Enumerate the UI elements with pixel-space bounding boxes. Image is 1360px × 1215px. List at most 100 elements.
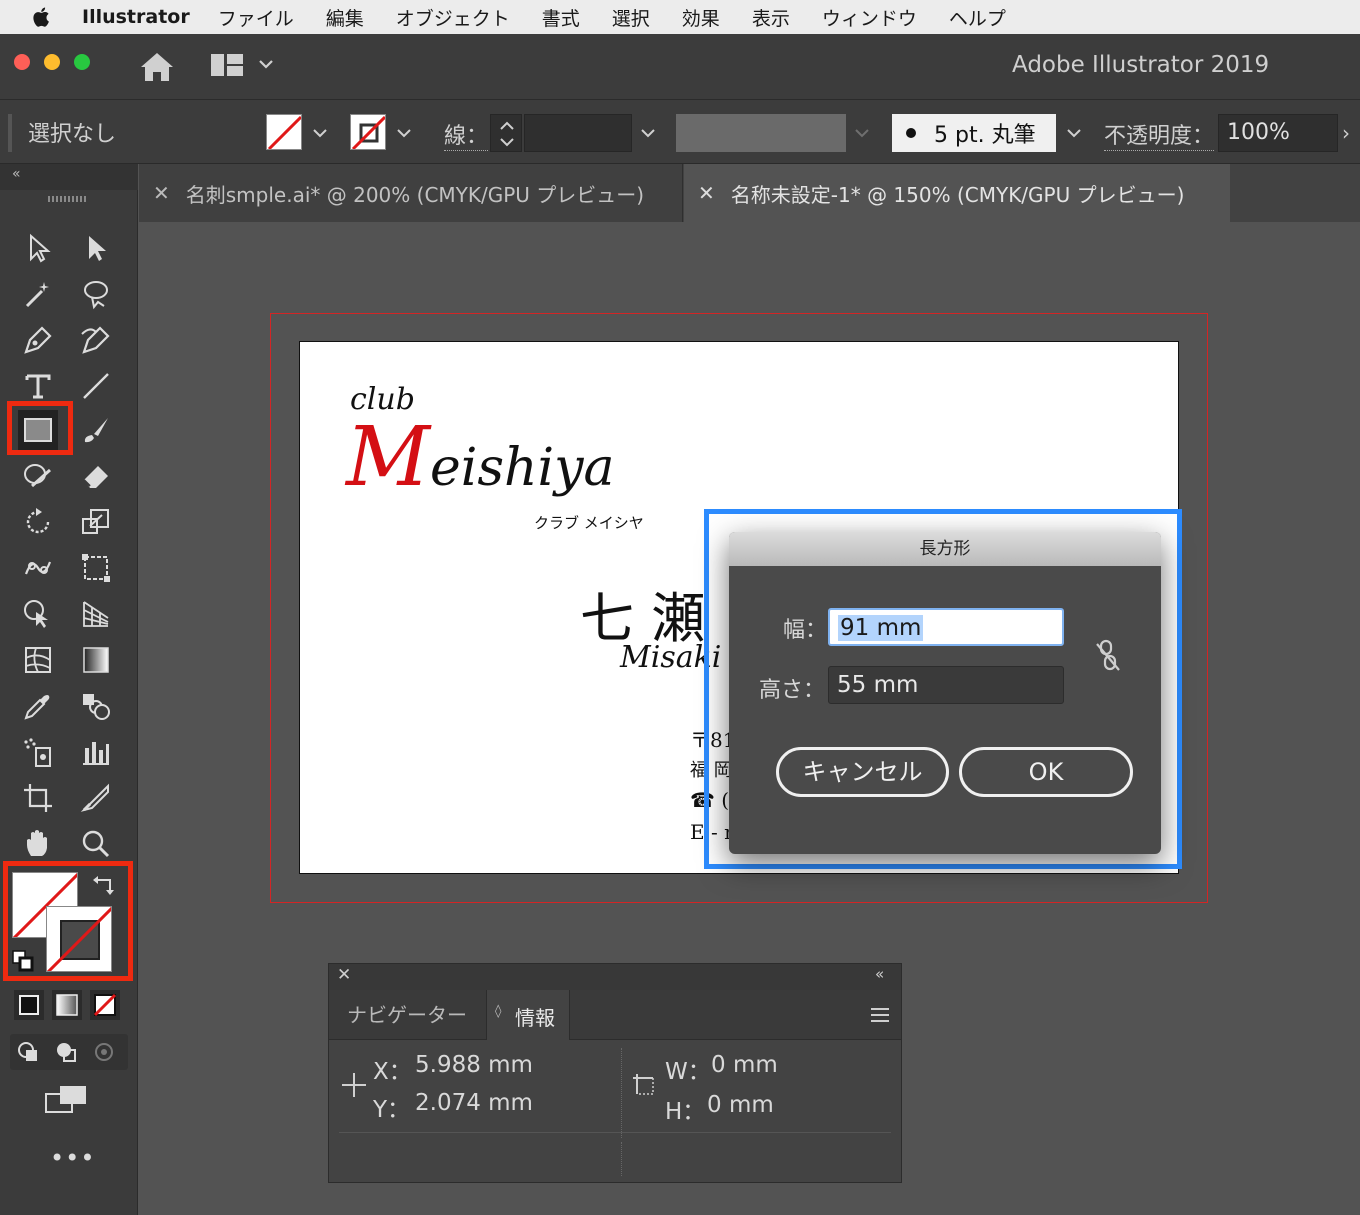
free-transform-tool[interactable] xyxy=(76,548,116,588)
home-icon[interactable] xyxy=(138,50,176,84)
menu-object[interactable]: オブジェクト xyxy=(396,4,510,31)
tab-info-label: 情報 xyxy=(515,1006,555,1030)
workspace-layout-icon[interactable] xyxy=(210,52,244,78)
artboard-tool[interactable] xyxy=(18,778,58,818)
rectangle-tool[interactable] xyxy=(18,410,58,450)
paintbrush-tool[interactable] xyxy=(76,410,116,450)
chevron-down-icon xyxy=(313,129,327,138)
ok-button[interactable]: OK xyxy=(959,747,1133,797)
menu-file[interactable]: ファイル xyxy=(218,4,294,31)
stroke-dropdown[interactable] xyxy=(390,120,418,146)
perspective-grid-tool[interactable] xyxy=(76,594,116,634)
selection-status: 選択なし xyxy=(28,122,117,147)
stroke-color-swatch[interactable] xyxy=(46,906,112,972)
default-fill-stroke-icon[interactable] xyxy=(12,950,34,972)
eyedropper-tool[interactable] xyxy=(18,686,58,726)
draw-normal-icon[interactable] xyxy=(16,1040,42,1064)
collapse-panel-icon[interactable]: « xyxy=(875,965,884,983)
stroke-weight-dropdown[interactable] xyxy=(634,120,662,146)
stroke-swatch[interactable] xyxy=(350,114,386,150)
grip-handle[interactable] xyxy=(8,114,12,152)
chevron-down-icon[interactable] xyxy=(258,58,274,70)
close-window-button[interactable] xyxy=(14,54,30,70)
chevron-right-icon[interactable]: › xyxy=(1342,114,1360,152)
draw-inside-icon[interactable] xyxy=(92,1040,118,1064)
lasso-tool[interactable] xyxy=(76,274,116,314)
screen-mode-icon[interactable] xyxy=(44,1082,90,1116)
apple-icon[interactable] xyxy=(30,5,54,29)
collapse-panel-icon[interactable]: « xyxy=(12,166,21,182)
pen-tool[interactable] xyxy=(18,320,58,360)
tab-meishi-sample[interactable]: ✕ 名刺smple.ai* @ 200% (CMYK/GPU プレビュー) xyxy=(139,164,683,222)
constrain-proportions-icon[interactable] xyxy=(1093,638,1123,674)
tab-info[interactable]: ◊ 情報 xyxy=(486,990,570,1040)
opacity-label[interactable]: 不透明度： xyxy=(1104,118,1215,151)
blend-tool[interactable] xyxy=(76,686,116,726)
menu-type[interactable]: 書式 xyxy=(542,4,580,31)
shape-builder-tool[interactable] xyxy=(18,594,58,634)
line-segment-tool[interactable] xyxy=(76,366,116,406)
symbol-sprayer-icon xyxy=(24,738,51,767)
brush-definition[interactable]: 5 pt. 丸筆 xyxy=(892,114,1056,152)
fill-swatch[interactable] xyxy=(266,114,302,150)
mesh-tool[interactable] xyxy=(18,640,58,680)
chevron-down-icon xyxy=(1067,129,1081,138)
menu-effect[interactable]: 効果 xyxy=(682,4,720,31)
zoom-window-button[interactable] xyxy=(74,54,90,70)
close-panel-icon[interactable]: ✕ xyxy=(337,965,351,985)
stroke-label[interactable]: 線： xyxy=(444,118,489,151)
rotate-tool[interactable] xyxy=(18,502,58,542)
direct-selection-tool[interactable] xyxy=(76,228,116,268)
stroke-weight-stepper[interactable] xyxy=(490,114,522,152)
menu-view[interactable]: 表示 xyxy=(752,4,790,31)
gradient-mode-button[interactable] xyxy=(52,990,82,1020)
dialog-title[interactable]: 長方形 xyxy=(729,532,1161,566)
x-value: 5.988 mm xyxy=(415,1052,533,1078)
hand-tool[interactable] xyxy=(18,824,58,864)
brush-dropdown[interactable] xyxy=(1060,120,1088,146)
variable-width-profile[interactable] xyxy=(676,114,846,152)
tab-label: 名称未設定-1* @ 150% (CMYK/GPU プレビュー) xyxy=(730,182,1185,207)
edit-toolbar-icon[interactable]: ••• xyxy=(50,1144,95,1172)
stroke-none-icon xyxy=(351,115,385,149)
close-tab-icon[interactable]: ✕ xyxy=(698,181,715,205)
panel-menu-icon[interactable] xyxy=(869,1006,891,1024)
profile-dropdown[interactable] xyxy=(848,120,876,146)
width-input[interactable]: 91 mm xyxy=(828,608,1064,646)
minimize-window-button[interactable] xyxy=(44,54,60,70)
shaper-tool[interactable] xyxy=(18,456,58,496)
slice-tool[interactable] xyxy=(76,778,116,818)
tab-navigator[interactable]: ナビゲーター xyxy=(329,990,485,1040)
eraser-tool[interactable] xyxy=(76,456,116,496)
width-input-value: 91 mm xyxy=(838,615,924,641)
symbol-sprayer-tool[interactable] xyxy=(18,732,58,772)
menu-edit[interactable]: 編集 xyxy=(326,4,364,31)
puppet-warp-tool[interactable] xyxy=(18,548,58,588)
none-mode-button[interactable] xyxy=(90,990,120,1020)
type-tool[interactable] xyxy=(18,366,58,406)
curvature-tool[interactable] xyxy=(76,320,116,360)
stroke-weight-input[interactable] xyxy=(524,114,632,152)
menu-app-name[interactable]: Illustrator xyxy=(82,6,190,28)
swap-fill-stroke-icon[interactable] xyxy=(92,874,116,896)
height-input[interactable]: 55 mm xyxy=(828,666,1064,704)
menu-select[interactable]: 選択 xyxy=(612,4,650,31)
opacity-input[interactable]: 100% xyxy=(1218,114,1338,152)
close-tab-icon[interactable]: ✕ xyxy=(153,181,170,205)
column-graph-tool[interactable] xyxy=(76,732,116,772)
menu-window[interactable]: ウィンドウ xyxy=(822,4,917,31)
magic-wand-tool[interactable] xyxy=(18,274,58,314)
expand-options-icon[interactable]: ◊ xyxy=(495,1004,501,1019)
gradient-tool[interactable] xyxy=(76,640,116,680)
color-mode-button[interactable] xyxy=(14,990,44,1020)
menu-help[interactable]: ヘルプ xyxy=(949,4,1006,31)
cancel-button[interactable]: キャンセル xyxy=(776,747,949,797)
y-label: Y： xyxy=(373,1097,411,1123)
selection-tool[interactable] xyxy=(18,228,58,268)
tools-grip[interactable] xyxy=(48,196,86,202)
scale-tool[interactable] xyxy=(76,502,116,542)
zoom-tool[interactable] xyxy=(76,824,116,864)
draw-behind-icon[interactable] xyxy=(54,1040,80,1064)
fill-dropdown[interactable] xyxy=(306,120,334,146)
tab-untitled-1[interactable]: ✕ 名称未設定-1* @ 150% (CMYK/GPU プレビュー) xyxy=(684,164,1230,222)
